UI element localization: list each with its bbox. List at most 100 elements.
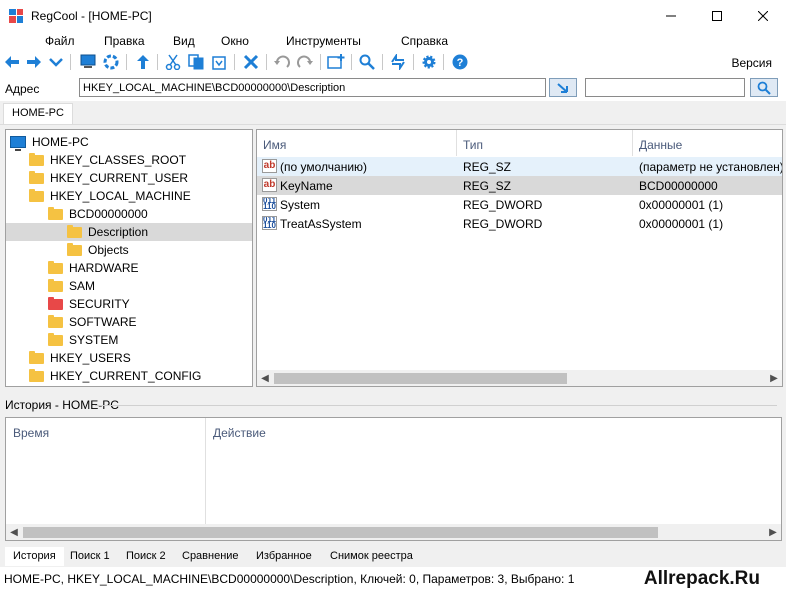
folder-icon [48,332,63,346]
tree-item[interactable]: Objects [6,241,252,259]
tab-search-1[interactable]: Поиск 1 [62,547,118,566]
column-type[interactable]: Тип [457,130,633,156]
computer-icon [10,136,26,151]
scroll-right-icon[interactable]: ▶ [766,370,782,386]
up-button[interactable] [134,53,152,71]
copy-button[interactable] [187,53,205,71]
value-data: 0x00000001 (1) [639,217,724,231]
search-go-button[interactable] [750,78,778,97]
new-key-button[interactable] [327,53,345,71]
search-button[interactable] [358,53,376,71]
tree-item[interactable]: SOFTWARE [6,313,252,331]
tab-favorites[interactable]: Избранное [248,547,320,566]
delete-button[interactable] [242,53,260,71]
search-input[interactable] [585,78,745,97]
tree-item[interactable]: HKEY_USERS [6,349,252,367]
column-time[interactable]: Время [6,418,206,540]
value-type: REG_SZ [463,160,512,174]
tree-item[interactable]: HOME-PC [6,133,252,151]
tree-item[interactable]: SAM [6,277,252,295]
tab-home-pc[interactable]: HOME-PC [3,103,73,124]
go-button[interactable] [549,78,577,97]
history-list[interactable]: Время Действие ◀ ▶ [5,417,782,541]
tree-item-label: Description [88,225,149,239]
title-bar: RegCool - [HOME-PC] [0,0,786,31]
settings-button[interactable] [420,53,438,71]
history-horizontal-scrollbar[interactable]: ◀ ▶ [6,524,781,540]
menu-view[interactable]: Вид [173,34,195,48]
tab-registry-snapshot[interactable]: Снимок реестра [322,547,421,566]
menu-tools[interactable]: Инструменты [286,34,361,48]
scroll-left-icon[interactable]: ◀ [257,370,273,386]
column-data[interactable]: Данные [633,130,782,156]
tree-item-label: SECURITY [69,297,130,311]
help-button[interactable]: ? [451,53,469,71]
back-button[interactable] [3,53,21,71]
tree-item[interactable]: BCD00000000 [6,205,252,223]
menu-edit[interactable]: Правка [104,34,145,48]
refresh-button[interactable] [102,53,120,71]
tree-item[interactable]: HKEY_CURRENT_USER [6,169,252,187]
folder-icon [29,350,44,364]
forward-button[interactable] [25,53,43,71]
folder-icon [29,188,44,202]
maximize-button[interactable] [694,0,740,31]
tree-item-label: BCD00000000 [69,207,148,221]
maximize-icon [712,10,722,21]
close-button[interactable] [740,0,786,31]
svg-text:?: ? [457,57,464,69]
tab-history[interactable]: История [5,547,64,566]
folder-icon [48,260,63,274]
toolbar-separator [234,54,235,70]
tree-item[interactable]: HARDWARE [6,259,252,277]
tree-item[interactable]: Description [6,223,252,241]
tree-item-label: SOFTWARE [69,315,137,329]
history-dropdown-button[interactable] [47,53,65,71]
tab-search-2[interactable]: Поиск 2 [118,547,174,566]
value-row[interactable]: ab KeyName REG_SZ BCD00000000 [257,176,782,195]
column-name[interactable]: Имя [257,130,457,156]
menu-window[interactable]: Окно [221,34,249,48]
tree-item-label: HKEY_CURRENT_CONFIG [50,369,202,383]
value-row[interactable]: ab (по умолчанию) REG_SZ (параметр не устан… [257,157,782,176]
value-row[interactable]: 011 110 System REG_DWORD 0x00000001 (1) [257,195,782,214]
scroll-right-icon[interactable]: ▶ [765,524,781,540]
tree-item[interactable]: SECURITY [6,295,252,313]
minimize-button[interactable] [648,0,694,31]
address-input[interactable] [79,78,546,97]
history-divider [95,405,777,406]
column-action[interactable]: Действие [206,418,781,540]
tree-item-label: HKEY_USERS [50,351,131,365]
menu-file[interactable]: Файл [45,34,75,48]
tree-item-label: HARDWARE [69,261,139,275]
forward-arrow-icon [27,56,41,68]
paste-button[interactable] [210,53,228,71]
scrollbar-thumb[interactable] [23,527,658,538]
value-row[interactable]: 011 110 TreatAsSystem REG_DWORD 0x00000001 … [257,214,782,233]
computer-button[interactable] [79,53,97,71]
values-horizontal-scrollbar[interactable]: ◀ ▶ [257,370,782,386]
bottom-tab-bar: История Поиск 1 Поиск 2 Сравнение Избран… [0,545,786,567]
watermark: Allrepack.Ru [643,568,760,589]
tree-item[interactable]: HKEY_CURRENT_CONFIG [6,367,252,385]
registry-tree[interactable]: HOME-PC HKEY_CLASSES_ROOT HKEY_CURRENT_USE… [5,129,253,387]
scrollbar-thumb[interactable] [274,373,567,384]
cut-button[interactable] [164,53,182,71]
tree-item[interactable]: HKEY_CLASSES_ROOT [6,151,252,169]
version-label[interactable]: Версия [731,56,772,70]
redo-button[interactable] [296,53,314,71]
cut-icon [165,54,181,70]
tree-item[interactable]: SYSTEM [6,331,252,349]
folder-icon [48,278,63,292]
values-list[interactable]: Имя Тип Данные ab (по умолчанию) REG_SZ (па… [256,129,783,387]
tab-compare[interactable]: Сравнение [174,547,247,566]
redo-icon [297,55,313,68]
tree-item[interactable]: HKEY_LOCAL_MACHINE [6,187,252,205]
undo-button[interactable] [273,53,291,71]
sync-button[interactable] [389,53,407,71]
toolbar-separator [126,54,127,70]
menu-help[interactable]: Справка [401,34,448,48]
value-type: REG_DWORD [463,198,543,212]
scroll-left-icon[interactable]: ◀ [6,524,22,540]
toolbar-separator [266,54,267,70]
